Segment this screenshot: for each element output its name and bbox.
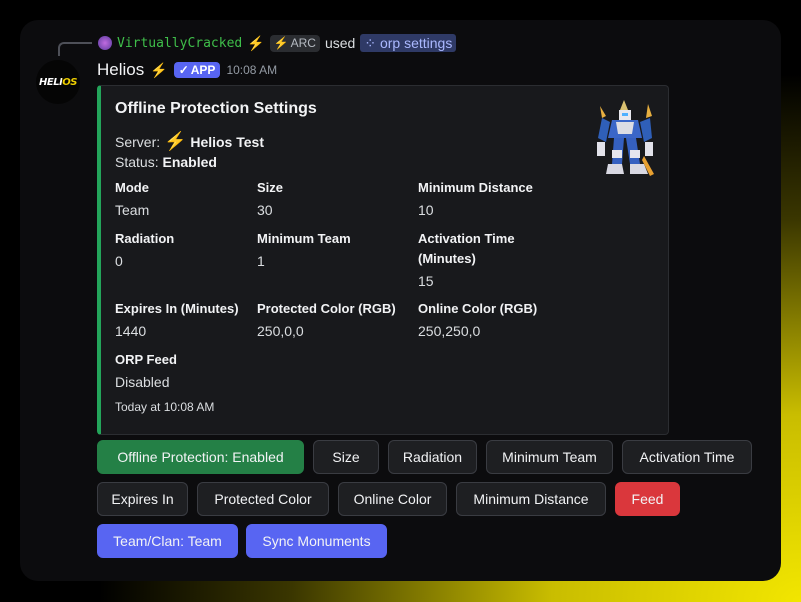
command-mention[interactable]: ⁘ orp settings [360,34,457,52]
field-name: Protected Color (RGB) [257,301,396,316]
field-activation-time: Activation Time (Minutes) 15 [418,229,548,291]
sync-monuments-button[interactable]: Sync Monuments [246,524,387,558]
embed-footer-timestamp: Today at 10:08 AM [115,400,215,414]
field-name: Mode [115,180,149,195]
field-value: 0 [115,253,123,269]
app-badge-label: APP [190,63,216,77]
field-minimum-distance: Minimum Distance 10 [418,178,578,220]
reply-context[interactable]: VirtuallyCracked ⚡ ⚡ ARC used ⁘ orp setti… [98,34,457,52]
embed-title: Offline Protection Settings [115,100,317,117]
check-icon: ✓ [178,63,189,77]
field-name: ORP Feed [115,352,177,367]
radiation-button[interactable]: Radiation [388,440,477,474]
field-online-color: Online Color (RGB) 250,250,0 [418,299,578,341]
field-minimum-team: Minimum Team 1 [257,229,417,271]
field-value: 250,250,0 [418,323,481,339]
activation-time-button[interactable]: Activation Time [622,440,752,474]
field-name: Size [257,180,284,195]
reply-connector [58,42,92,56]
field-value: 1440 [115,323,147,339]
field-size: Size 30 [257,178,417,220]
size-button[interactable]: Size [313,440,379,474]
team-clan-button[interactable]: Team/Clan: Team [97,524,238,558]
replied-username[interactable]: VirtuallyCracked [117,36,242,51]
field-name: Minimum Distance [418,180,533,195]
mech-thumbnail[interactable] [594,98,656,180]
status-value: Enabled [162,154,217,170]
server-value: Helios Test [190,134,264,150]
expires-in-button[interactable]: Expires In [97,482,188,516]
message-timestamp[interactable]: 10:08 AM [226,63,277,77]
used-text: used [324,35,356,51]
minimum-distance-button[interactable]: Minimum Distance [456,482,606,516]
lightning-icon: ⚡ [164,131,187,151]
field-name: Online Color (RGB) [418,301,538,316]
field-expires-in: Expires In (Minutes) 1440 [115,299,275,341]
embed-description: Server: ⚡ Helios Test Status: Enabled [115,131,264,172]
lightning-icon: ⚡ [247,34,265,51]
field-mode: Mode Team [115,178,275,220]
field-value: 250,0,0 [257,323,304,339]
command-name: orp settings [379,35,453,51]
field-radiation: Radiation 0 [115,229,275,271]
bot-avatar[interactable]: HELIOS [36,60,80,104]
field-protected-color: Protected Color (RGB) 250,0,0 [257,299,417,341]
replied-user-avatar[interactable] [98,36,112,50]
bot-avatar-logo: HELIOS [39,76,78,88]
online-color-button[interactable]: Online Color [338,482,447,516]
command-icon: ⁘ [364,35,377,51]
server-label: Server: [115,134,161,150]
protected-color-button[interactable]: Protected Color [197,482,329,516]
field-orp-feed: ORP Feed Disabled [115,350,275,392]
offline-protection-toggle-button[interactable]: Offline Protection: Enabled [97,440,304,474]
minimum-team-button[interactable]: Minimum Team [486,440,613,474]
field-name: Activation Time (Minutes) [418,231,515,266]
guild-tag[interactable]: ⚡ ARC [269,34,320,52]
server-line: Server: ⚡ Helios Test [115,131,264,152]
field-value: Disabled [115,374,170,390]
guild-tag-label: ARC [290,35,316,50]
field-value: 30 [257,202,273,218]
field-name: Radiation [115,231,175,246]
status-label: Status: [115,154,159,170]
field-value: 10 [418,202,434,218]
field-value: Team [115,202,150,218]
app-badge: ✓ APP [173,62,221,78]
lightning-icon: ⚡ [150,61,168,78]
field-value: 1 [257,253,265,269]
feed-button[interactable]: Feed [615,482,680,516]
bot-name[interactable]: Helios [97,60,144,80]
field-value: 15 [418,273,434,289]
status-line: Status: Enabled [115,152,264,172]
message-header: Helios ⚡ ✓ APP 10:08 AM [97,60,277,80]
field-name: Expires In (Minutes) [115,301,239,316]
field-name: Minimum Team [257,231,351,246]
lightning-icon: ⚡ [273,35,289,50]
settings-embed: Offline Protection Settings Server: ⚡ He… [97,85,669,435]
